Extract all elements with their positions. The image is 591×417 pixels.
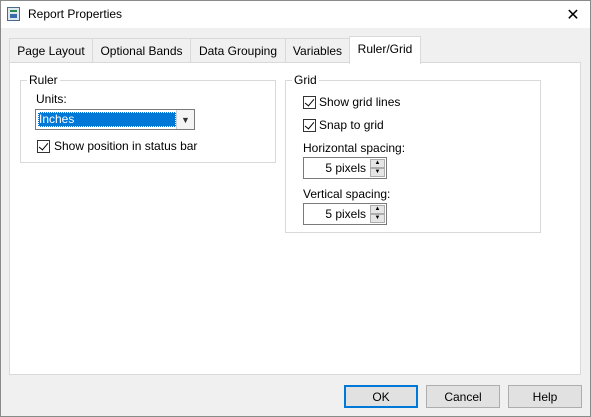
checkmark-icon bbox=[38, 140, 49, 151]
chevron-down-icon[interactable]: ▼ bbox=[176, 110, 194, 129]
report-icon bbox=[7, 7, 20, 21]
close-button[interactable]: ✕ bbox=[556, 1, 590, 28]
grid-group-label: Grid bbox=[292, 73, 319, 87]
ruler-group-label: Ruler bbox=[27, 73, 60, 87]
spin-buttons: ▲ ▼ bbox=[370, 205, 385, 223]
tab-ruler-grid[interactable]: Ruler/Grid bbox=[349, 36, 421, 64]
units-combobox[interactable]: Inches ▼ bbox=[35, 109, 195, 130]
tab-page-layout[interactable]: Page Layout bbox=[9, 38, 93, 63]
vertical-spacing-label: Vertical spacing: bbox=[303, 187, 391, 201]
horizontal-spacing-spinner[interactable]: 5 pixels ▲ ▼ bbox=[303, 157, 387, 179]
horizontal-spacing-value: 5 pixels bbox=[325, 161, 366, 175]
spin-up-icon[interactable]: ▲ bbox=[370, 205, 385, 214]
horizontal-spacing-label: Horizontal spacing: bbox=[303, 141, 406, 155]
show-grid-lines-checkbox[interactable] bbox=[303, 96, 316, 109]
ruler-group: Ruler Units: Inches ▼ Show position in s… bbox=[20, 73, 276, 163]
spin-down-icon[interactable]: ▼ bbox=[370, 168, 385, 177]
snap-to-grid-checkbox[interactable] bbox=[303, 119, 316, 132]
cancel-button[interactable]: Cancel bbox=[426, 385, 500, 408]
title-bar: Report Properties ✕ bbox=[1, 1, 590, 28]
tab-data-grouping[interactable]: Data Grouping bbox=[190, 38, 286, 63]
window-title: Report Properties bbox=[28, 7, 123, 21]
checkmark-icon bbox=[304, 119, 315, 130]
grid-group: Grid Show grid lines Snap to grid Horizo… bbox=[285, 73, 541, 233]
vertical-spacing-value: 5 pixels bbox=[325, 207, 366, 221]
vertical-spacing-spinner[interactable]: 5 pixels ▲ ▼ bbox=[303, 203, 387, 225]
ok-button[interactable]: OK bbox=[344, 385, 418, 408]
checkmark-icon bbox=[304, 96, 315, 107]
spin-buttons: ▲ ▼ bbox=[370, 159, 385, 177]
ruler-grid-panel: Ruler Units: Inches ▼ Show position in s… bbox=[9, 62, 581, 375]
tab-optional-bands[interactable]: Optional Bands bbox=[92, 38, 191, 63]
tab-variables[interactable]: Variables bbox=[285, 38, 350, 63]
help-button[interactable]: Help bbox=[508, 385, 582, 408]
units-label: Units: bbox=[36, 92, 67, 106]
show-grid-lines-label[interactable]: Show grid lines bbox=[319, 95, 400, 109]
show-position-checkbox[interactable] bbox=[37, 140, 50, 153]
show-position-label[interactable]: Show position in status bar bbox=[54, 139, 197, 153]
spin-down-icon[interactable]: ▼ bbox=[370, 214, 385, 223]
units-selected-value: Inches bbox=[38, 112, 176, 127]
report-properties-dialog: Report Properties ✕ Page Layout Optional… bbox=[0, 0, 591, 417]
spin-up-icon[interactable]: ▲ bbox=[370, 159, 385, 168]
snap-to-grid-label[interactable]: Snap to grid bbox=[319, 118, 384, 132]
